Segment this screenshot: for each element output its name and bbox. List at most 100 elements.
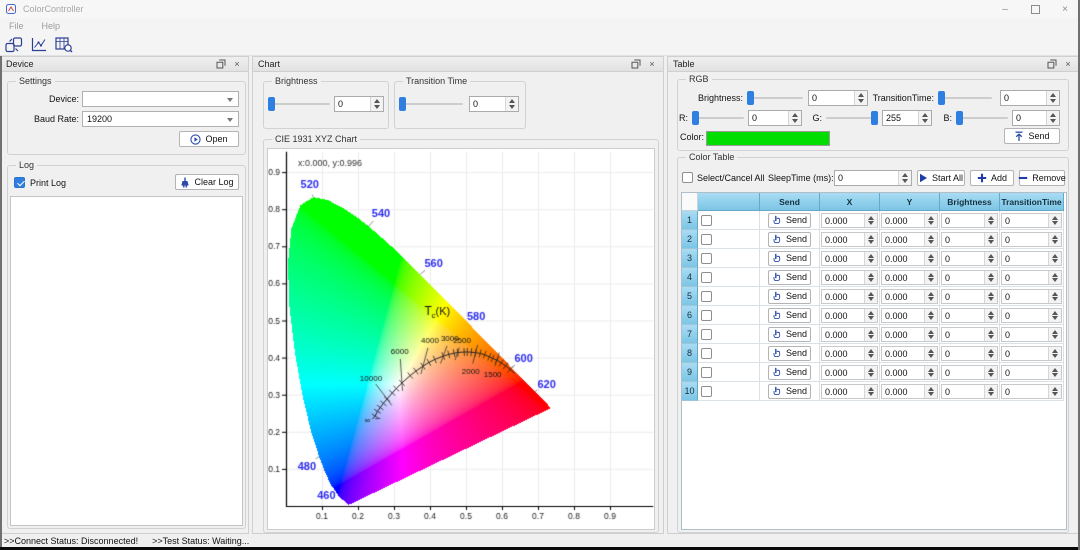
row-send-button[interactable]: Send xyxy=(768,365,810,380)
cie-1931-chart[interactable] xyxy=(268,149,654,529)
row-select-checkbox[interactable] xyxy=(701,310,712,321)
spin-up-button[interactable] xyxy=(899,171,911,178)
spin-down-button[interactable] xyxy=(865,220,877,227)
spin-down-button[interactable] xyxy=(925,372,937,379)
column-header-Send[interactable]: Send xyxy=(760,193,820,211)
spin-down-button[interactable] xyxy=(865,239,877,246)
row-y-spinbox[interactable]: 0.000 xyxy=(881,365,938,380)
spin-down-button[interactable] xyxy=(865,277,877,284)
close-panel-icon[interactable]: × xyxy=(646,58,658,70)
spin-down-button[interactable] xyxy=(925,220,937,227)
row-transitiontime-spinbox[interactable]: 0 xyxy=(1001,384,1062,399)
select-all-checkbox[interactable] xyxy=(682,172,693,183)
spin-down-button[interactable] xyxy=(1049,258,1061,265)
row-y-spinbox[interactable]: 0.000 xyxy=(881,232,938,247)
chart-panel-button[interactable] xyxy=(27,35,50,55)
row-select-checkbox[interactable] xyxy=(701,367,712,378)
row-y-spinbox[interactable]: 0.000 xyxy=(881,289,938,304)
spin-down-button[interactable] xyxy=(1049,277,1061,284)
row-transitiontime-spinbox[interactable]: 0 xyxy=(1001,232,1062,247)
row-select-checkbox[interactable] xyxy=(701,215,712,226)
close-panel-icon[interactable]: × xyxy=(1062,58,1074,70)
spin-down-button[interactable] xyxy=(1049,353,1061,360)
row-transitiontime-spinbox[interactable]: 0 xyxy=(1001,365,1062,380)
spin-down-button[interactable] xyxy=(1049,239,1061,246)
row-send-button[interactable]: Send xyxy=(768,346,810,361)
row-select-checkbox[interactable] xyxy=(701,329,712,340)
row-transitiontime-spinbox[interactable]: 0 xyxy=(1001,251,1062,266)
spin-down-button[interactable] xyxy=(865,296,877,303)
row-select-checkbox[interactable] xyxy=(701,348,712,359)
spin-down-button[interactable] xyxy=(1047,98,1059,105)
rgb-brightness-spinbox[interactable]: 0 xyxy=(808,90,868,106)
column-header-X[interactable]: X xyxy=(820,193,880,211)
row-brightness-spinbox[interactable]: 0 xyxy=(941,365,998,380)
spin-down-button[interactable] xyxy=(925,258,937,265)
spin-down-button[interactable] xyxy=(865,372,877,379)
row-y-spinbox[interactable]: 0.000 xyxy=(881,384,938,399)
print-log-checkbox[interactable] xyxy=(14,177,25,188)
log-list[interactable] xyxy=(10,196,243,526)
spin-down-button[interactable] xyxy=(899,178,911,185)
spin-down-button[interactable] xyxy=(855,98,867,105)
row-send-button[interactable]: Send xyxy=(768,270,810,285)
row-brightness-spinbox[interactable]: 0 xyxy=(941,270,998,285)
row-number[interactable]: 9 xyxy=(682,363,698,382)
row-x-spinbox[interactable]: 0.000 xyxy=(821,270,878,285)
row-transitiontime-spinbox[interactable]: 0 xyxy=(1001,213,1062,228)
open-button[interactable]: Open xyxy=(179,131,239,147)
table-corner-header[interactable] xyxy=(682,193,698,211)
b-slider[interactable] xyxy=(956,111,1008,125)
spin-down-button[interactable] xyxy=(985,372,997,379)
r-slider[interactable] xyxy=(692,111,744,125)
rgb-transitiontime-spinbox[interactable]: 0 xyxy=(1000,90,1060,106)
row-brightness-spinbox[interactable]: 0 xyxy=(941,289,998,304)
row-x-spinbox[interactable]: 0.000 xyxy=(821,384,878,399)
row-x-spinbox[interactable]: 0.000 xyxy=(821,346,878,361)
transition-time-slider[interactable] xyxy=(399,97,463,111)
row-brightness-spinbox[interactable]: 0 xyxy=(941,251,998,266)
table-panel-button[interactable] xyxy=(52,35,75,55)
row-x-spinbox[interactable]: 0.000 xyxy=(821,289,878,304)
g-slider[interactable] xyxy=(826,111,878,125)
spin-down-button[interactable] xyxy=(865,315,877,322)
spin-down-button[interactable] xyxy=(865,334,877,341)
brightness-slider[interactable] xyxy=(268,97,330,111)
slider-handle[interactable] xyxy=(747,91,754,105)
row-x-spinbox[interactable]: 0.000 xyxy=(821,232,878,247)
close-button[interactable]: × xyxy=(1050,0,1080,18)
spin-down-button[interactable] xyxy=(925,239,937,246)
row-brightness-spinbox[interactable]: 0 xyxy=(941,327,998,342)
spin-down-button[interactable] xyxy=(371,104,383,111)
row-send-button[interactable]: Send xyxy=(768,308,810,323)
slider-handle[interactable] xyxy=(956,111,963,125)
row-select-checkbox[interactable] xyxy=(701,234,712,245)
row-number[interactable]: 6 xyxy=(682,306,698,325)
spin-down-button[interactable] xyxy=(925,296,937,303)
remove-button[interactable]: Remove xyxy=(1019,170,1065,186)
spin-down-button[interactable] xyxy=(925,334,937,341)
spin-down-button[interactable] xyxy=(985,277,997,284)
minimize-button[interactable]: – xyxy=(990,0,1020,18)
row-number[interactable]: 1 xyxy=(682,211,698,230)
row-send-button[interactable]: Send xyxy=(768,384,810,399)
rgb-send-button[interactable]: Send xyxy=(1004,128,1060,144)
spin-up-button[interactable] xyxy=(855,91,867,98)
menu-file[interactable]: File xyxy=(0,21,33,31)
slider-handle[interactable] xyxy=(692,111,699,125)
rgb-transitiontime-slider[interactable] xyxy=(938,91,992,105)
sleep-time-spinbox[interactable]: 0 xyxy=(834,170,912,186)
row-select-checkbox[interactable] xyxy=(701,386,712,397)
row-select-checkbox[interactable] xyxy=(701,253,712,264)
row-transitiontime-spinbox[interactable]: 0 xyxy=(1001,327,1062,342)
transition-time-spinbox[interactable]: 0 xyxy=(469,96,519,112)
slider-handle[interactable] xyxy=(938,91,945,105)
column-header-select[interactable] xyxy=(698,193,760,211)
column-header-Brightness[interactable]: Brightness xyxy=(940,193,1000,211)
row-number[interactable]: 2 xyxy=(682,230,698,249)
spin-down-button[interactable] xyxy=(985,391,997,398)
spin-down-button[interactable] xyxy=(919,118,931,125)
spin-up-button[interactable] xyxy=(371,97,383,104)
spin-down-button[interactable] xyxy=(1047,118,1059,125)
spin-down-button[interactable] xyxy=(1049,296,1061,303)
